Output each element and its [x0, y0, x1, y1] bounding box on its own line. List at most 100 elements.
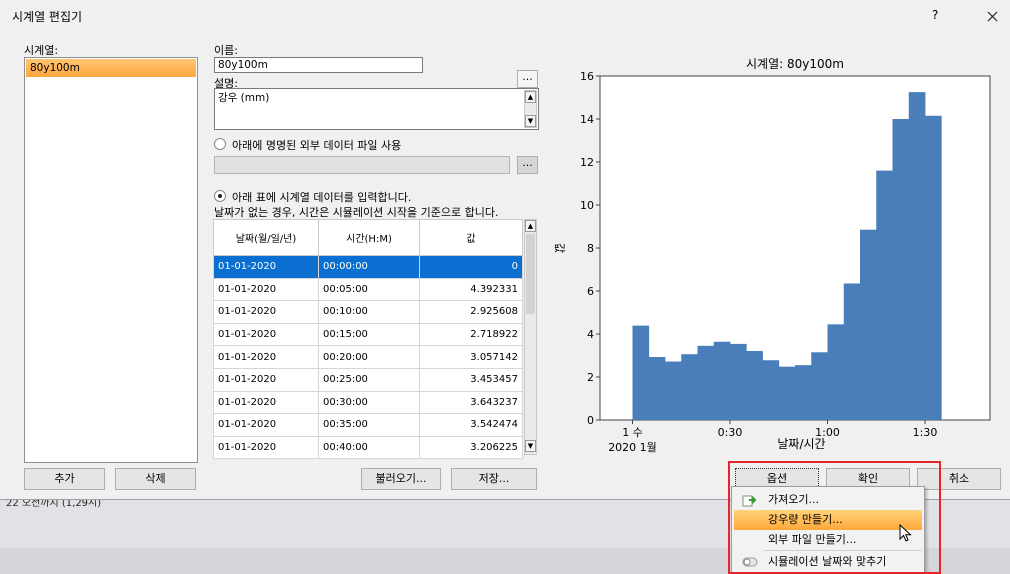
relative-time-note: 날짜가 없는 경우, 시간은 시뮬레이션 시작을 기준으로 합니다.	[214, 206, 499, 219]
chart-bar	[778, 366, 796, 420]
x-subtick-label: 2020 1월	[608, 441, 657, 454]
time-cell[interactable]: 00:35:00	[318, 413, 420, 437]
scroll-up-icon[interactable]: ▲	[525, 220, 536, 232]
scroll-up-icon[interactable]: ▲	[525, 91, 536, 103]
y-tick-label: 6	[587, 285, 594, 298]
chart-bar	[697, 345, 715, 420]
y-tick-label: 16	[580, 70, 594, 83]
time-cell[interactable]: 00:10:00	[318, 300, 420, 324]
column-header-date[interactable]: 날짜(월/일/년)	[213, 219, 319, 256]
y-tick-label: 14	[580, 113, 594, 126]
scroll-down-icon[interactable]: ▼	[525, 440, 536, 452]
column-header-value[interactable]: 값	[419, 219, 523, 256]
chart-title: 시계열: 80y100m	[746, 57, 844, 71]
x-tick-label: 1:30	[913, 426, 938, 439]
table-row[interactable]: 01-01-2020 00:20:00 3.057142	[213, 345, 523, 369]
highlight-annotation	[728, 461, 941, 574]
table-row[interactable]: 01-01-2020 00:10:00 2.925608	[213, 300, 523, 324]
time-cell[interactable]: 00:40:00	[318, 435, 420, 460]
chart-bar	[892, 119, 910, 420]
chart-bar	[860, 229, 877, 420]
list-item[interactable]: 80y100m	[26, 59, 196, 77]
date-cell[interactable]: 01-01-2020	[213, 367, 319, 392]
external-file-browse-button[interactable]: ...	[517, 156, 538, 174]
scroll-down-icon[interactable]: ▼	[525, 115, 536, 127]
help-button[interactable]: ?	[932, 8, 938, 22]
chart-bar	[632, 325, 650, 420]
description-field[interactable]: 강우 (mm) ▲ ▼	[214, 88, 539, 130]
date-cell[interactable]: 01-01-2020	[213, 390, 319, 415]
table-scrollbar[interactable]: ▲ ▼	[524, 219, 537, 455]
value-cell[interactable]: 0	[419, 255, 523, 279]
chart-bar	[811, 352, 828, 420]
value-cell[interactable]: 3.057142	[419, 345, 523, 369]
value-cell[interactable]: 4.392331	[419, 277, 523, 302]
value-cell[interactable]: 2.925608	[419, 300, 523, 324]
save-button[interactable]: 저장...	[451, 468, 537, 490]
chart-bar	[908, 92, 926, 420]
load-button[interactable]: 불러오기...	[361, 468, 441, 490]
value-cell[interactable]: 3.206225	[419, 435, 523, 460]
scroll-thumb[interactable]	[526, 234, 535, 314]
y-tick-label: 10	[580, 199, 594, 212]
timeseries-table[interactable]: 날짜(월/일/년) 시간(H:M) 값 01-01-2020 00:00:00 0 …	[213, 219, 523, 460]
description-text: 강우 (mm)	[218, 92, 270, 104]
chart-bar	[876, 170, 893, 420]
chart-bar	[713, 341, 731, 420]
column-header-time[interactable]: 시간(H:M)	[318, 219, 420, 256]
table-row[interactable]: 01-01-2020 00:25:00 3.453457	[213, 367, 523, 392]
title-bar: 시계열 편집기 ?	[0, 0, 1010, 34]
description-browse-button[interactable]: ...	[517, 70, 538, 88]
time-cell[interactable]: 00:30:00	[318, 390, 420, 415]
time-cell[interactable]: 00:00:00	[318, 255, 420, 279]
external-file-label: 아래에 명명된 외부 데이터 파일 사용	[232, 139, 402, 152]
y-tick-label: 8	[587, 242, 594, 255]
timeseries-list-label: 시계열:	[24, 44, 59, 57]
date-cell[interactable]: 01-01-2020	[213, 413, 319, 437]
timeseries-list[interactable]: 80y100m	[24, 57, 198, 463]
date-cell[interactable]: 01-01-2020	[213, 277, 319, 302]
table-row[interactable]: 01-01-2020 00:15:00 2.718922	[213, 322, 523, 347]
delete-button[interactable]: 삭제	[115, 468, 196, 490]
table-data-label: 아래 표에 시계열 데이터를 입력합니다.	[232, 191, 412, 204]
date-cell[interactable]: 01-01-2020	[213, 435, 319, 460]
time-cell[interactable]: 00:15:00	[318, 322, 420, 347]
external-file-field[interactable]	[214, 156, 510, 174]
y-tick-label: 12	[580, 156, 594, 169]
date-cell[interactable]: 01-01-2020	[213, 255, 319, 279]
table-row[interactable]: 01-01-2020 00:05:00 4.392331	[213, 277, 523, 302]
table-row[interactable]: 01-01-2020 00:35:00 3.542474	[213, 413, 523, 437]
value-cell[interactable]: 2.718922	[419, 322, 523, 347]
value-cell[interactable]: 3.542474	[419, 413, 523, 437]
chart-bar	[762, 360, 780, 420]
chart-bar	[648, 357, 666, 420]
time-cell[interactable]: 00:25:00	[318, 367, 420, 392]
close-button[interactable]	[980, 3, 1006, 29]
add-button[interactable]: 추가	[24, 468, 105, 490]
x-tick-label: 0:30	[718, 426, 743, 439]
time-cell[interactable]: 00:05:00	[318, 277, 420, 302]
window-title: 시계열 편집기	[12, 10, 83, 24]
table-data-radio[interactable]	[214, 190, 226, 202]
date-cell[interactable]: 01-01-2020	[213, 300, 319, 324]
time-cell[interactable]: 00:20:00	[318, 345, 420, 369]
chart-bar	[795, 365, 812, 420]
chart-bar	[665, 361, 682, 420]
table-row[interactable]: 01-01-2020 00:40:00 3.206225	[213, 435, 523, 460]
chart-bar	[843, 283, 861, 420]
external-file-radio[interactable]	[214, 138, 226, 150]
date-cell[interactable]: 01-01-2020	[213, 322, 319, 347]
y-tick-label: 4	[587, 328, 594, 341]
value-cell[interactable]: 3.453457	[419, 367, 523, 392]
name-field[interactable]: 80y100m	[214, 57, 423, 73]
chart-bar	[925, 115, 942, 421]
x-axis-label: 날짜/시간	[777, 437, 825, 451]
table-row[interactable]: 01-01-2020 00:30:00 3.643237	[213, 390, 523, 415]
timeseries-editor-dialog: 시계열 편집기 ? 시계열: 80y100m 추가 삭제 이름: 80y100m…	[0, 0, 1010, 500]
value-cell[interactable]: 3.643237	[419, 390, 523, 415]
table-row[interactable]: 01-01-2020 00:00:00 0	[213, 255, 523, 279]
description-scrollbar[interactable]: ▲ ▼	[524, 90, 537, 128]
date-cell[interactable]: 01-01-2020	[213, 345, 319, 369]
close-icon	[987, 11, 998, 22]
y-tick-label: 0	[587, 414, 594, 427]
